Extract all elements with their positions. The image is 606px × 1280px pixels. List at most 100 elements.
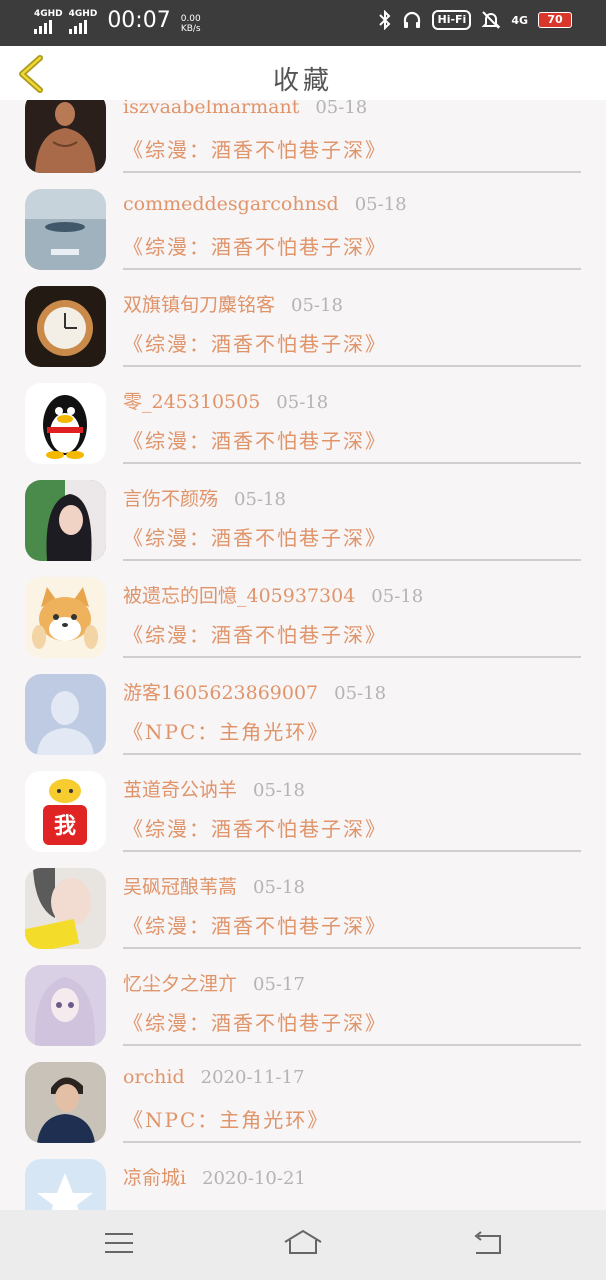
author-line: 忆尘夕之浬亣 05-17 xyxy=(123,969,305,996)
avatar[interactable] xyxy=(25,1159,106,1210)
signal-2: 4GHD xyxy=(68,9,98,34)
favorite-date: 05-18 xyxy=(354,194,407,215)
favorite-item[interactable]: iszvaabelmarmant 05-18 《综漫：酒香不怕巷子深》 xyxy=(0,100,606,173)
signal-1: 4GHD xyxy=(34,9,63,34)
battery-icon: 70 xyxy=(538,12,572,28)
author-name: 零_245310505 xyxy=(123,391,261,413)
work-title[interactable]: 《综漫：酒香不怕巷子深》 xyxy=(123,328,387,357)
avatar[interactable] xyxy=(25,189,106,270)
back-nav-button[interactable] xyxy=(468,1226,508,1260)
author-line: 游客1605623869007 05-18 xyxy=(123,678,386,705)
menu-button[interactable] xyxy=(99,1226,139,1260)
author-name: 凉俞城i xyxy=(123,1167,187,1189)
home-button[interactable] xyxy=(283,1226,323,1260)
avatar[interactable] xyxy=(25,1062,106,1143)
author-name: iszvaabelmarmant xyxy=(123,100,300,118)
work-title[interactable]: 《综漫：酒香不怕巷子深》 xyxy=(123,910,387,939)
favorite-date: 05-18 xyxy=(253,877,305,898)
favorite-item[interactable]: 零_245310505 05-18 《综漫：酒香不怕巷子深》 xyxy=(0,367,606,464)
avatar[interactable] xyxy=(25,965,106,1046)
status-bar: 4GHD 4GHD 00:07 0.00 KB/s Hi-Fi 4G 70 xyxy=(0,0,606,46)
network-type-3: 4G xyxy=(511,13,528,27)
author-name: 被遗忘的回憶_405937304 xyxy=(123,585,356,607)
favorite-date: 05-18 xyxy=(234,489,286,510)
clock: 00:07 xyxy=(107,8,171,33)
bluetooth-icon xyxy=(379,10,391,30)
favorite-date: 05-18 xyxy=(315,100,368,118)
author-line: iszvaabelmarmant 05-18 xyxy=(123,100,367,118)
author-line: 双旗镇旬刀麋铭客 05-18 xyxy=(123,290,343,317)
author-line: 凉俞城i 2020-10-21 xyxy=(123,1163,306,1190)
favorite-item[interactable]: commeddesgarcohnsd 05-18 《综漫：酒香不怕巷子深》 xyxy=(0,173,606,270)
favorite-date: 2020-11-17 xyxy=(200,1067,305,1088)
favorite-item[interactable]: 被遗忘的回憶_405937304 05-18 《综漫：酒香不怕巷子深》 xyxy=(0,561,606,658)
avatar[interactable]: 我 xyxy=(25,771,106,852)
avatar[interactable] xyxy=(25,480,106,561)
work-title[interactable]: 《综漫：酒香不怕巷子深》 xyxy=(123,425,387,454)
favorite-item[interactable]: 吴砜冠酿苇蒿 05-18 《综漫：酒香不怕巷子深》 xyxy=(0,852,606,949)
avatar[interactable] xyxy=(25,577,106,658)
work-title[interactable]: 《综漫：酒香不怕巷子深》 xyxy=(123,134,387,163)
work-title[interactable]: 《综漫：酒香不怕巷子深》 xyxy=(123,1007,387,1036)
author-name: 双旗镇旬刀麋铭客 xyxy=(123,294,276,316)
author-line: commeddesgarcohnsd 05-18 xyxy=(123,193,407,215)
author-name: 言伤不颜殇 xyxy=(123,488,219,510)
favorite-item[interactable]: 我 茧道奇公讷羊 05-18 《综漫：酒香不怕巷子深》 xyxy=(0,755,606,852)
work-title[interactable]: 《NPC：主角光环》 xyxy=(123,1104,329,1133)
mute-bell-icon xyxy=(481,11,501,29)
author-line: 零_245310505 05-18 xyxy=(123,387,328,414)
speed-value: 0.00 xyxy=(180,14,201,24)
favorite-date: 2020-10-21 xyxy=(202,1168,306,1189)
avatar[interactable] xyxy=(25,100,106,173)
favorite-item[interactable]: 言伤不颜殇 05-18 《综漫：酒香不怕巷子深》 xyxy=(0,464,606,561)
svg-text:我: 我 xyxy=(54,814,76,839)
favorite-item[interactable]: 忆尘夕之浬亣 05-17 《综漫：酒香不怕巷子深》 xyxy=(0,949,606,1046)
battery-level: 70 xyxy=(547,13,563,26)
favorite-item[interactable]: 游客1605623869007 05-18 《NPC：主角光环》 xyxy=(0,658,606,755)
author-line: 言伤不颜殇 05-18 xyxy=(123,484,286,511)
favorite-item[interactable]: orchid 2020-11-17 《NPC：主角光环》 xyxy=(0,1046,606,1143)
headphones-icon xyxy=(404,11,421,28)
favorite-date: 05-18 xyxy=(291,295,343,316)
network-type-2: 4GHD xyxy=(68,9,98,19)
avatar[interactable] xyxy=(25,674,106,755)
author-line: 茧道奇公讷羊 05-18 xyxy=(123,775,305,802)
network-type-1: 4GHD xyxy=(34,9,63,19)
favorite-date: 05-18 xyxy=(334,683,387,704)
favorites-list[interactable]: iszvaabelmarmant 05-18 《综漫：酒香不怕巷子深》 commedd… xyxy=(0,100,606,1210)
hifi-badge: Hi-Fi xyxy=(432,10,472,30)
author-name: 忆尘夕之浬亣 xyxy=(123,973,238,995)
favorite-date: 05-18 xyxy=(371,586,424,607)
signal-bars-icon xyxy=(34,20,52,34)
work-title[interactable]: 《NPC：主角光环》 xyxy=(123,716,329,745)
author-name: orchid xyxy=(123,1066,185,1088)
author-name: 茧道奇公讷羊 xyxy=(123,779,238,801)
favorite-date: 05-18 xyxy=(276,392,329,413)
work-title[interactable]: 《综漫：酒香不怕巷子深》 xyxy=(123,231,387,260)
favorite-date: 05-17 xyxy=(253,974,305,995)
speed-unit: KB/s xyxy=(180,24,201,34)
author-name: 吴砜冠酿苇蒿 xyxy=(123,876,238,898)
avatar[interactable] xyxy=(25,286,106,367)
author-line: 吴砜冠酿苇蒿 05-18 xyxy=(123,872,305,899)
author-line: 被遗忘的回憶_405937304 05-18 xyxy=(123,581,423,608)
avatar[interactable] xyxy=(25,868,106,949)
signal-bars-icon xyxy=(68,20,87,34)
work-title[interactable]: 《综漫：酒香不怕巷子深》 xyxy=(123,522,387,551)
author-line: orchid 2020-11-17 xyxy=(123,1066,304,1088)
favorite-date: 05-18 xyxy=(253,780,305,801)
network-speed: 0.00 KB/s xyxy=(181,14,201,34)
work-title[interactable]: 《综漫：酒香不怕巷子深》 xyxy=(123,619,387,648)
header: 收藏 xyxy=(0,46,606,100)
author-name: commeddesgarcohnsd xyxy=(123,193,339,215)
home-icon xyxy=(284,1229,322,1254)
avatar[interactable] xyxy=(25,383,106,464)
system-nav-bar xyxy=(0,1210,606,1280)
favorite-item[interactable]: 凉俞城i 2020-10-21 xyxy=(0,1143,606,1210)
menu-icon xyxy=(105,1233,133,1253)
work-title[interactable]: 《综漫：酒香不怕巷子深》 xyxy=(123,813,387,842)
page-title: 收藏 xyxy=(272,66,333,96)
favorite-item[interactable]: 双旗镇旬刀麋铭客 05-18 《综漫：酒香不怕巷子深》 xyxy=(0,270,606,367)
author-name: 游客1605623869007 xyxy=(123,682,319,704)
back-icon xyxy=(474,1231,501,1254)
